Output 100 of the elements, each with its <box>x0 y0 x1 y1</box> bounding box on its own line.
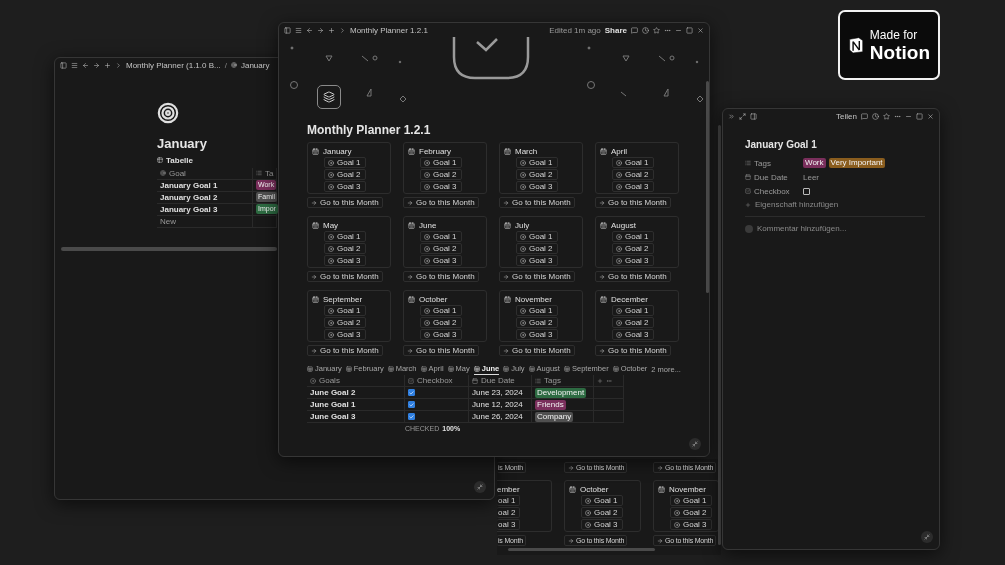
goal-link[interactable]: Goal 3 <box>516 329 558 341</box>
goal-link[interactable]: Goal 1 <box>612 305 654 317</box>
goal-link[interactable]: Goal 3 <box>516 255 558 267</box>
scrollbar[interactable] <box>61 247 277 251</box>
goal-link[interactable]: Goal 2 <box>516 243 558 255</box>
goal-link[interactable]: Goal 1 <box>516 231 558 243</box>
goal-link[interactable]: Goal 3 <box>612 255 654 267</box>
goal-link[interactable]: Goal 1 <box>516 157 558 169</box>
goal-link[interactable]: Goal 3 <box>670 519 712 530</box>
goal-link[interactable]: Goal 1 <box>581 495 623 506</box>
go-to-month-button[interactable]: Go to this Month <box>499 271 575 283</box>
share-button[interactable]: Teilen <box>836 111 857 121</box>
new-row-button[interactable]: New <box>160 216 176 226</box>
sidebar-icon[interactable] <box>284 26 291 34</box>
menu-icon[interactable] <box>295 26 302 34</box>
expand-icon[interactable] <box>739 112 746 120</box>
back-icon[interactable] <box>306 26 313 34</box>
goal-link[interactable]: Goal 1 <box>612 157 654 169</box>
goal-link[interactable]: Goal 3 <box>324 255 366 267</box>
goal-link[interactable]: Goal 2 <box>612 169 654 181</box>
comment-field[interactable]: Kommentar hinzufügen... <box>757 224 847 233</box>
goal-link[interactable]: Goal 2 <box>612 243 654 255</box>
star-icon[interactable] <box>883 112 890 120</box>
go-to-month-button[interactable]: Go to this Month <box>307 271 383 283</box>
goal-link[interactable]: oal 1 <box>497 495 521 506</box>
go-to-month-button[interactable]: Go to this Month <box>307 197 383 209</box>
maximize-icon[interactable] <box>686 26 693 34</box>
goal-link[interactable]: Goal 2 <box>420 169 462 181</box>
column-header[interactable]: Tags <box>532 375 594 388</box>
goal-link[interactable]: Goal 1 <box>420 157 462 169</box>
goal-link[interactable]: Goal 3 <box>516 181 558 193</box>
goal-link[interactable]: Goal 2 <box>324 243 366 255</box>
goal-link[interactable]: Goal 2 <box>324 169 366 181</box>
go-to-month-button[interactable]: Go to this Month <box>595 271 671 283</box>
plus-icon[interactable] <box>328 26 335 34</box>
maximize-icon[interactable] <box>916 112 923 120</box>
go-to-month-button[interactable]: Go to this Month <box>403 197 479 209</box>
collapse-button[interactable] <box>689 438 701 450</box>
chevron-right-icon[interactable] <box>115 61 122 69</box>
scrollbar[interactable] <box>718 125 721 545</box>
goal-link[interactable]: Goal 1 <box>324 157 366 169</box>
goal-link[interactable]: Goal 1 <box>420 231 462 243</box>
goal-link[interactable]: Goal 1 <box>516 305 558 317</box>
menu-icon[interactable] <box>71 61 78 69</box>
goal-link[interactable]: Goal 3 <box>420 255 462 267</box>
scrollbar[interactable] <box>706 81 709 293</box>
column-header[interactable]: Goal <box>157 167 253 180</box>
column-header[interactable]: Checkbox <box>405 375 469 388</box>
checkbox[interactable] <box>803 187 810 195</box>
forward-icon[interactable] <box>93 61 100 69</box>
chevron-right-icon[interactable] <box>339 26 346 34</box>
property-label[interactable]: Checkbox <box>754 186 790 196</box>
goal-link[interactable]: Goal 1 <box>324 231 366 243</box>
comment-icon[interactable] <box>631 26 638 34</box>
comment-icon[interactable] <box>861 112 868 120</box>
clock-icon[interactable] <box>642 26 649 34</box>
column-header[interactable]: Goals <box>307 375 405 388</box>
breadcrumb-link[interactable]: Monthly Planner (1.1.0 B... <box>126 60 221 70</box>
share-button[interactable]: Share <box>604 25 627 35</box>
column-header[interactable]: Ta <box>253 167 277 180</box>
go-to-month-button[interactable]: Go to this Month <box>595 197 671 209</box>
goal-link[interactable]: Goal 1 <box>670 495 712 506</box>
add-column-icon[interactable] <box>597 377 603 384</box>
goal-link[interactable]: Goal 2 <box>420 317 462 329</box>
collapse-button[interactable] <box>474 481 486 493</box>
go-to-month-button[interactable]: Go to this Month <box>403 345 479 357</box>
goal-link[interactable]: Goal 2 <box>420 243 462 255</box>
empty-value[interactable]: Leer <box>803 172 819 182</box>
goal-link[interactable]: Goal 3 <box>612 329 654 341</box>
checkbox[interactable] <box>408 401 415 409</box>
goal-link[interactable]: Goal 3 <box>420 329 462 341</box>
goal-link[interactable]: Goal 3 <box>324 181 366 193</box>
goal-link[interactable]: Goal 3 <box>581 519 623 530</box>
goal-link[interactable]: Goal 1 <box>420 305 462 317</box>
add-property-button[interactable]: Eigenschaft hinzufügen <box>755 200 839 209</box>
close-icon[interactable] <box>927 112 934 120</box>
goal-link[interactable]: oal 3 <box>497 519 521 530</box>
breadcrumb-link[interactable]: Monthly Planner 1.2.1 <box>350 25 428 35</box>
star-icon[interactable] <box>653 26 660 34</box>
go-to-month-button[interactable]: Go to this Month <box>499 345 575 357</box>
goal-link[interactable]: Goal 2 <box>581 507 623 518</box>
go-to-month-button[interactable]: Go to this Month <box>307 345 383 357</box>
goal-link[interactable]: Goal 2 <box>516 317 558 329</box>
panel-icon[interactable] <box>750 112 757 120</box>
collapse-button[interactable] <box>921 531 933 543</box>
goal-link[interactable]: Goal 2 <box>324 317 366 329</box>
goal-link[interactable]: Goal 2 <box>612 317 654 329</box>
go-to-month-button[interactable]: Go to this Month <box>499 197 575 209</box>
go-to-month-button[interactable]: Go to this Month <box>595 345 671 357</box>
go-to-month-button[interactable]: Go to this Month <box>403 271 479 283</box>
close-icon[interactable] <box>697 26 704 34</box>
goal-link[interactable]: Goal 1 <box>612 231 654 243</box>
clock-icon[interactable] <box>872 112 879 120</box>
scrollbar[interactable] <box>508 548 655 551</box>
goal-link[interactable]: Goal 2 <box>670 507 712 518</box>
back-icon[interactable] <box>82 61 89 69</box>
checkbox[interactable] <box>408 413 415 421</box>
property-label[interactable]: Tags <box>754 158 771 168</box>
goal-link[interactable]: Goal 3 <box>420 181 462 193</box>
double-chevron-icon[interactable] <box>728 112 735 120</box>
